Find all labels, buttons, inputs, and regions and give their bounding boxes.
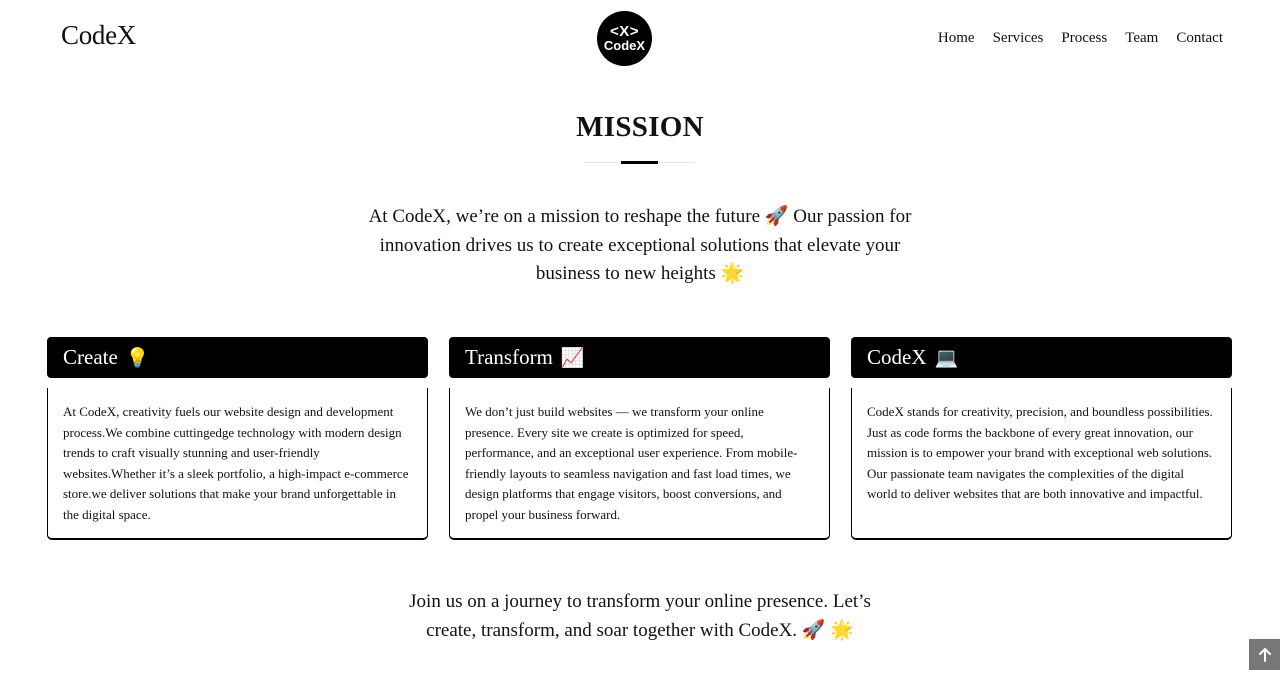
nav-contact[interactable]: Contact xyxy=(1176,30,1223,47)
main-nav: Home Services Process Team Contact xyxy=(938,30,1223,47)
title-divider-accent xyxy=(621,161,658,164)
card-title: Create xyxy=(63,345,118,369)
card-header: Transform 📈 xyxy=(449,337,830,378)
nav-process[interactable]: Process xyxy=(1061,30,1107,47)
card-title: CodeX xyxy=(867,345,927,369)
mission-intro: At CodeX, we’re on a mission to reshape … xyxy=(368,206,912,284)
scroll-to-top-button[interactable] xyxy=(1249,639,1280,670)
card-body: At CodeX, creativity fuels our website d… xyxy=(47,388,428,540)
logo-badge[interactable]: <X> CodeX xyxy=(597,11,652,66)
nav-team[interactable]: Team xyxy=(1125,30,1158,47)
chart-increasing-icon: 📈 xyxy=(560,347,585,369)
site-header: CodeX <X> CodeX Home Services Process Te… xyxy=(0,0,1280,80)
card-body: We don’t just build websites — we transf… xyxy=(449,388,830,540)
nav-services[interactable]: Services xyxy=(993,30,1044,47)
laptop-icon: 💻 xyxy=(934,347,959,369)
card-title: Transform xyxy=(465,345,553,369)
card-transform: Transform 📈 We don’t just build websites… xyxy=(449,337,830,540)
mission-title: MISSION xyxy=(576,111,704,143)
card-header: CodeX 💻 xyxy=(851,337,1232,378)
page: CodeX <X> CodeX Home Services Process Te… xyxy=(0,0,1280,677)
nav-home[interactable]: Home xyxy=(938,30,975,47)
brand-link[interactable]: CodeX xyxy=(61,20,136,51)
lightbulb-icon: 💡 xyxy=(125,347,150,369)
card-create: Create 💡 At CodeX, creativity fuels our … xyxy=(47,337,428,540)
arrow-up-icon xyxy=(1258,647,1271,662)
logo-word: CodeX xyxy=(603,38,646,53)
closing-text: Join us on a journey to transform your o… xyxy=(409,591,871,641)
card-body: CodeX stands for creativity, precision, … xyxy=(851,388,1232,540)
card-header: Create 💡 xyxy=(47,337,428,378)
card-codex: CodeX 💻 CodeX stands for creativity, pre… xyxy=(851,337,1232,540)
logo-glyph: <X> xyxy=(609,23,640,40)
